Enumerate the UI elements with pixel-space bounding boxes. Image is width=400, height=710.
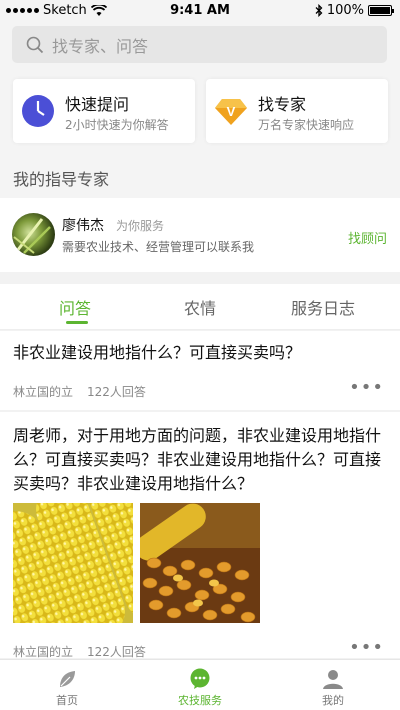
section-title: 我的指导专家 bbox=[0, 153, 400, 198]
tab-farm-info[interactable]: 农情 bbox=[184, 295, 216, 319]
post-meta: 林立国的立 122人回答 bbox=[13, 383, 146, 400]
tab-qa[interactable]: 问答 bbox=[59, 295, 91, 319]
content-tabs: 问答 农情 服务日志 bbox=[0, 284, 400, 330]
expert-description: 需要农业技术、经营管理可以联系我 bbox=[62, 240, 255, 254]
status-bar: Sketch 9:41 AM 100% bbox=[0, 0, 400, 22]
active-tab-indicator bbox=[66, 321, 88, 324]
battery-label: 100% bbox=[326, 3, 364, 18]
chat-bubble-icon bbox=[190, 668, 210, 689]
corn-kernels-image[interactable] bbox=[140, 503, 260, 623]
bottom-tab-bar: 首页 农技服务 我的 bbox=[0, 659, 400, 710]
search-placeholder: 找专家、问答 bbox=[52, 36, 149, 56]
person-icon bbox=[323, 670, 343, 689]
avatar bbox=[12, 213, 55, 256]
post-question: 周老师，对于用地方面的问题，非农业建设用地指什么？可直接买卖吗？非农业建设用地指… bbox=[13, 426, 382, 493]
post-answer-count: 122人回答 bbox=[87, 645, 146, 659]
clock-icon bbox=[22, 95, 54, 127]
tab-profile-label: 我的 bbox=[322, 694, 344, 707]
post-author: 林立国的立 bbox=[13, 645, 74, 659]
svg-text:V: V bbox=[227, 104, 236, 119]
more-icon[interactable]: ••• bbox=[349, 637, 384, 658]
post-meta: 林立国的立 122人回答 bbox=[13, 643, 146, 660]
battery-icon bbox=[368, 5, 394, 16]
post-answer-count: 122人回答 bbox=[87, 385, 146, 399]
tab-agri-service-label: 农技服务 bbox=[178, 694, 222, 707]
more-icon[interactable]: ••• bbox=[349, 377, 384, 398]
expert-row[interactable]: 廖伟杰 为你服务 需要农业技术、经营管理可以联系我 找顾问 bbox=[0, 198, 400, 272]
post-author: 林立国的立 bbox=[13, 385, 74, 399]
quick-ask-subtitle: 2小时快速为你解答 bbox=[65, 118, 169, 132]
status-right: 100% bbox=[315, 3, 394, 18]
quick-actions: 快速提问 2小时快速为你解答 V 找专家 万名专家快速响应 bbox=[0, 68, 400, 153]
expert-role: 为你服务 bbox=[116, 219, 165, 233]
search-icon bbox=[26, 36, 44, 53]
search-input[interactable]: 找专家、问答 bbox=[12, 26, 387, 63]
tab-agri-service[interactable]: 农技服务 bbox=[133, 660, 267, 710]
v-badge-icon: V bbox=[215, 99, 247, 125]
post-question: 非农业建设用地指什么？可直接买卖吗？ bbox=[13, 343, 302, 362]
bluetooth-icon bbox=[315, 4, 323, 17]
find-advisor-link[interactable]: 找顾问 bbox=[348, 228, 387, 247]
tab-profile[interactable]: 我的 bbox=[266, 660, 400, 710]
find-expert-subtitle: 万名专家快速响应 bbox=[258, 118, 355, 132]
tab-service-log[interactable]: 服务日志 bbox=[291, 295, 355, 319]
quick-ask-title: 快速提问 bbox=[65, 95, 130, 114]
find-expert-title: 找专家 bbox=[258, 95, 307, 114]
leaf-icon bbox=[60, 671, 75, 687]
expert-name: 廖伟杰 bbox=[62, 218, 104, 234]
search-bar-area: 找专家、问答 bbox=[0, 22, 400, 68]
tab-home[interactable]: 首页 bbox=[0, 660, 134, 710]
tab-home-label: 首页 bbox=[56, 694, 78, 707]
list-item[interactable]: 非农业建设用地指什么？可直接买卖吗？ 林立国的立 122人回答 ••• bbox=[0, 331, 400, 410]
find-expert-card[interactable]: V 找专家 万名专家快速响应 bbox=[206, 79, 388, 143]
corn-cobs-image[interactable] bbox=[13, 503, 133, 623]
quick-ask-card[interactable]: 快速提问 2小时快速为你解答 bbox=[13, 79, 195, 143]
